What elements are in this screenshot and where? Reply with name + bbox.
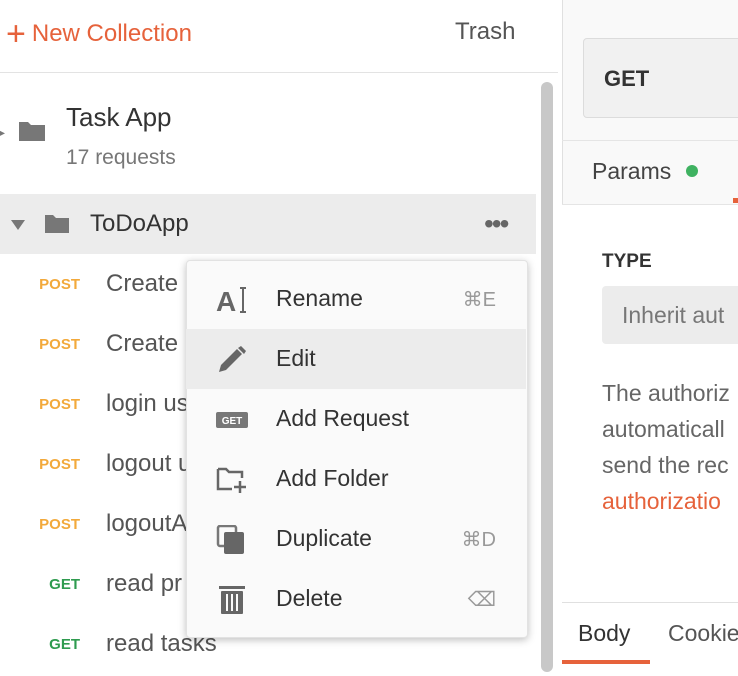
- menu-item-label: Add Request: [276, 405, 409, 431]
- tab-cookies[interactable]: Cookie: [668, 620, 738, 647]
- menu-item-edit[interactable]: Edit: [186, 329, 526, 389]
- auth-description: The authoriz: [602, 380, 730, 406]
- menu-item-add-request[interactable]: GET Add Request: [186, 389, 526, 449]
- shortcut-label: ⌘E: [462, 289, 496, 311]
- collection-todoapp[interactable]: [0, 194, 536, 254]
- method-badge: POST: [39, 516, 80, 533]
- auth-help-link-text[interactable]: authorizatio: [602, 488, 721, 514]
- menu-item-duplicate[interactable]: Duplicate ⌘D: [186, 509, 526, 569]
- pencil-icon: [216, 345, 248, 375]
- method-badge: POST: [39, 396, 80, 413]
- request-name: logout u: [106, 450, 192, 477]
- request-name: Create: [106, 330, 179, 357]
- menu-item-add-folder[interactable]: Add Folder: [186, 449, 526, 509]
- menu-item-label: Add Folder: [276, 465, 389, 491]
- folder-icon: [44, 212, 70, 239]
- plus-icon: +: [6, 15, 26, 53]
- trash-button[interactable]: Trash: [455, 18, 515, 46]
- request-name: logoutA: [106, 510, 188, 537]
- svg-text:A: A: [216, 286, 236, 315]
- active-tab-indicator: [562, 660, 650, 664]
- trash-icon: [216, 585, 248, 615]
- collection-title: ToDoApp: [90, 210, 189, 237]
- menu-item-rename[interactable]: A Rename ⌘E: [186, 269, 526, 329]
- auth-type-value: Inherit aut: [622, 302, 725, 328]
- request-name: Create: [106, 270, 179, 297]
- tab-body[interactable]: Body: [578, 620, 630, 647]
- method-badge: POST: [39, 456, 80, 473]
- caret-right-icon[interactable]: ▸: [0, 124, 5, 141]
- menu-item-label: Delete: [276, 585, 343, 611]
- get-request-icon: GET: [216, 405, 248, 435]
- shortcut-label: ⌫: [467, 589, 496, 611]
- get-badge-text: GET: [222, 416, 243, 427]
- request-name: read pr: [106, 570, 183, 597]
- add-folder-icon: [216, 465, 248, 495]
- duplicate-icon: [216, 524, 248, 555]
- auth-description: automaticall: [602, 416, 725, 442]
- rename-icon: A: [216, 285, 248, 317]
- method-badge: GET: [49, 576, 80, 593]
- scrollbar-thumb[interactable]: [541, 82, 553, 672]
- collection-request-count: 17 requests: [66, 146, 176, 169]
- method-badge: GET: [49, 636, 80, 653]
- auth-help-link[interactable]: authorizatio: [602, 488, 721, 515]
- method-badge: POST: [39, 336, 80, 353]
- menu-item-label: Edit: [276, 345, 316, 371]
- method-value: GET: [604, 66, 650, 91]
- request-name: login us: [106, 390, 189, 417]
- shortcut-label: ⌘D: [461, 529, 496, 551]
- folder-icon: [18, 118, 46, 147]
- type-label: TYPE: [602, 251, 652, 272]
- menu-item-label: Rename: [276, 285, 363, 311]
- tab-params[interactable]: Params: [592, 158, 671, 185]
- new-collection-button[interactable]: + New Collection: [6, 16, 192, 52]
- more-options-icon[interactable]: •••: [484, 210, 509, 238]
- menu-item-label: Duplicate: [276, 525, 372, 551]
- status-dot: [686, 165, 698, 177]
- active-tab-indicator: [733, 198, 738, 203]
- auth-description: send the rec: [602, 452, 729, 478]
- caret-down-icon[interactable]: [10, 218, 26, 236]
- new-collection-label: New Collection: [31, 20, 192, 47]
- collection-title: Task App: [66, 102, 172, 132]
- method-badge: POST: [39, 276, 80, 293]
- menu-item-delete[interactable]: Delete ⌫: [186, 569, 526, 629]
